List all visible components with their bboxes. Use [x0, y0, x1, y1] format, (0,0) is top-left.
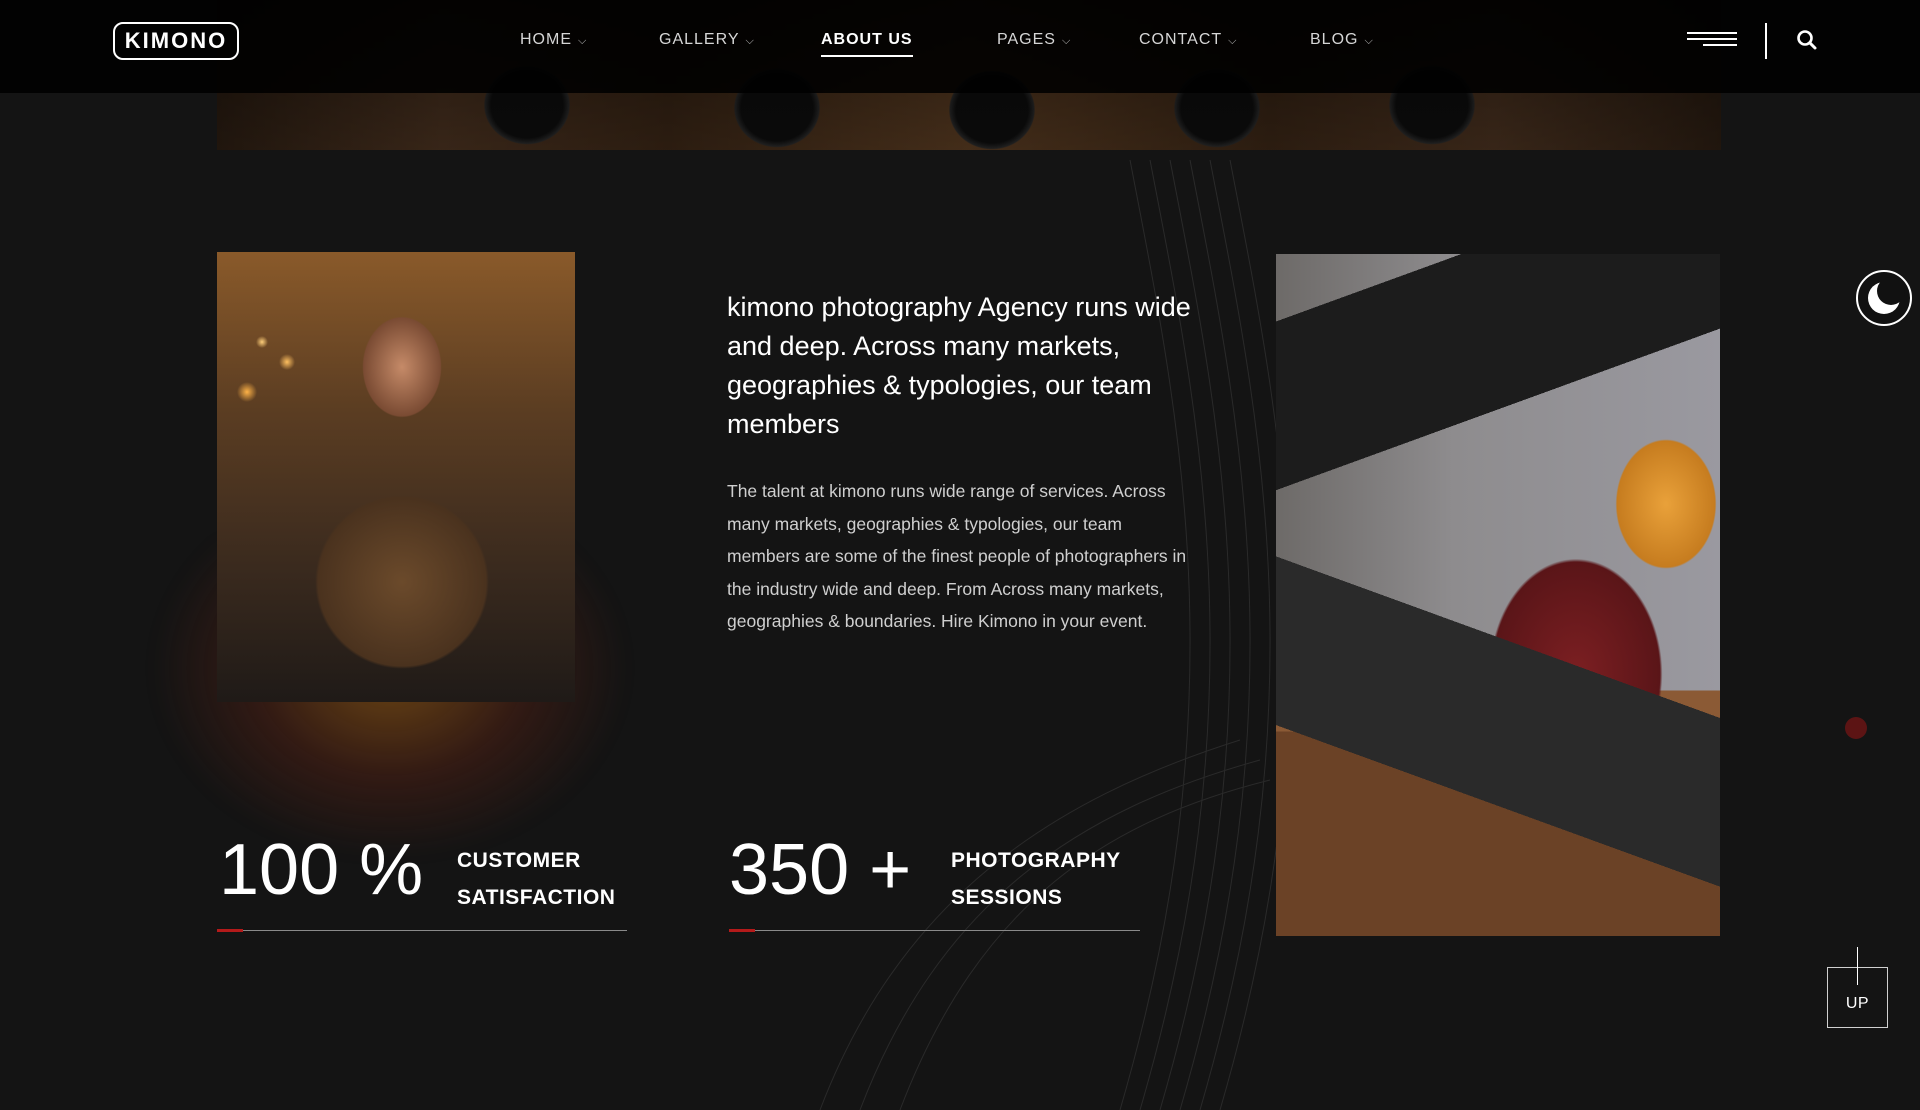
chevron-down-icon: ⌵ — [1228, 35, 1238, 47]
stat-underline — [729, 930, 1140, 931]
stat-label-line: CUSTOMER — [457, 849, 581, 872]
intro-body-text: The talent at kimono runs wide range of … — [727, 481, 1187, 631]
intro-heading: kimono photography Agency runs wide and … — [727, 292, 1191, 439]
hamburger-menu-icon[interactable] — [1687, 30, 1737, 50]
header-divider — [1765, 23, 1767, 59]
logo-text: KIMONO — [124, 28, 228, 53]
scroll-progress-line — [1857, 947, 1858, 985]
kimono-logo[interactable]: KIMONO — [113, 22, 239, 60]
active-nav-underline — [821, 55, 913, 57]
nav-item-label: BLOG — [1310, 31, 1359, 48]
nav-item-label: PAGES — [997, 31, 1056, 48]
stat-underline — [217, 930, 627, 931]
search-icon[interactable] — [1796, 29, 1818, 51]
nav-item-label: GALLERY — [659, 31, 740, 48]
moon-icon[interactable] — [1856, 270, 1912, 326]
stat-label: CUSTOMER SATISFACTION — [457, 842, 615, 916]
stat-value: 100 % — [219, 830, 424, 910]
photographer-portrait-image — [217, 252, 575, 702]
site-header: KIMONO HOME ⌵ GALLERY ⌵ ABOUT US PAGES ⌵ CO… — [0, 0, 1920, 93]
stat-value: 350 + — [729, 830, 912, 910]
stat-label: PHOTOGRAPHY SESSIONS — [951, 842, 1121, 916]
studio-team-image — [1276, 254, 1720, 936]
cursor-follower-dot — [1845, 717, 1867, 739]
nav-item-gallery[interactable]: GALLERY ⌵ — [659, 31, 755, 49]
stat-label-line: SATISFACTION — [457, 886, 616, 909]
nav-item-contact[interactable]: CONTACT ⌵ — [1139, 31, 1237, 49]
chevron-down-icon: ⌵ — [745, 35, 755, 47]
nav-item-label: HOME — [520, 31, 572, 48]
stat-accent-bar — [729, 929, 755, 932]
chevron-down-icon: ⌵ — [1364, 35, 1374, 47]
stat-label-line: PHOTOGRAPHY — [951, 849, 1121, 872]
chevron-down-icon: ⌵ — [1061, 35, 1072, 47]
nav-item-about-us[interactable]: ABOUT US — [821, 31, 913, 57]
nav-item-pages[interactable]: PAGES ⌵ — [997, 31, 1071, 49]
nav-item-blog[interactable]: BLOG ⌵ — [1310, 31, 1374, 49]
nav-item-label: CONTACT — [1139, 31, 1223, 48]
nav-item-home[interactable]: HOME ⌵ — [520, 31, 587, 49]
chevron-down-icon: ⌵ — [578, 35, 588, 47]
stat-label-line: SESSIONS — [951, 886, 1063, 909]
stat-accent-bar — [217, 929, 243, 932]
nav-item-label: ABOUT US — [821, 31, 913, 48]
